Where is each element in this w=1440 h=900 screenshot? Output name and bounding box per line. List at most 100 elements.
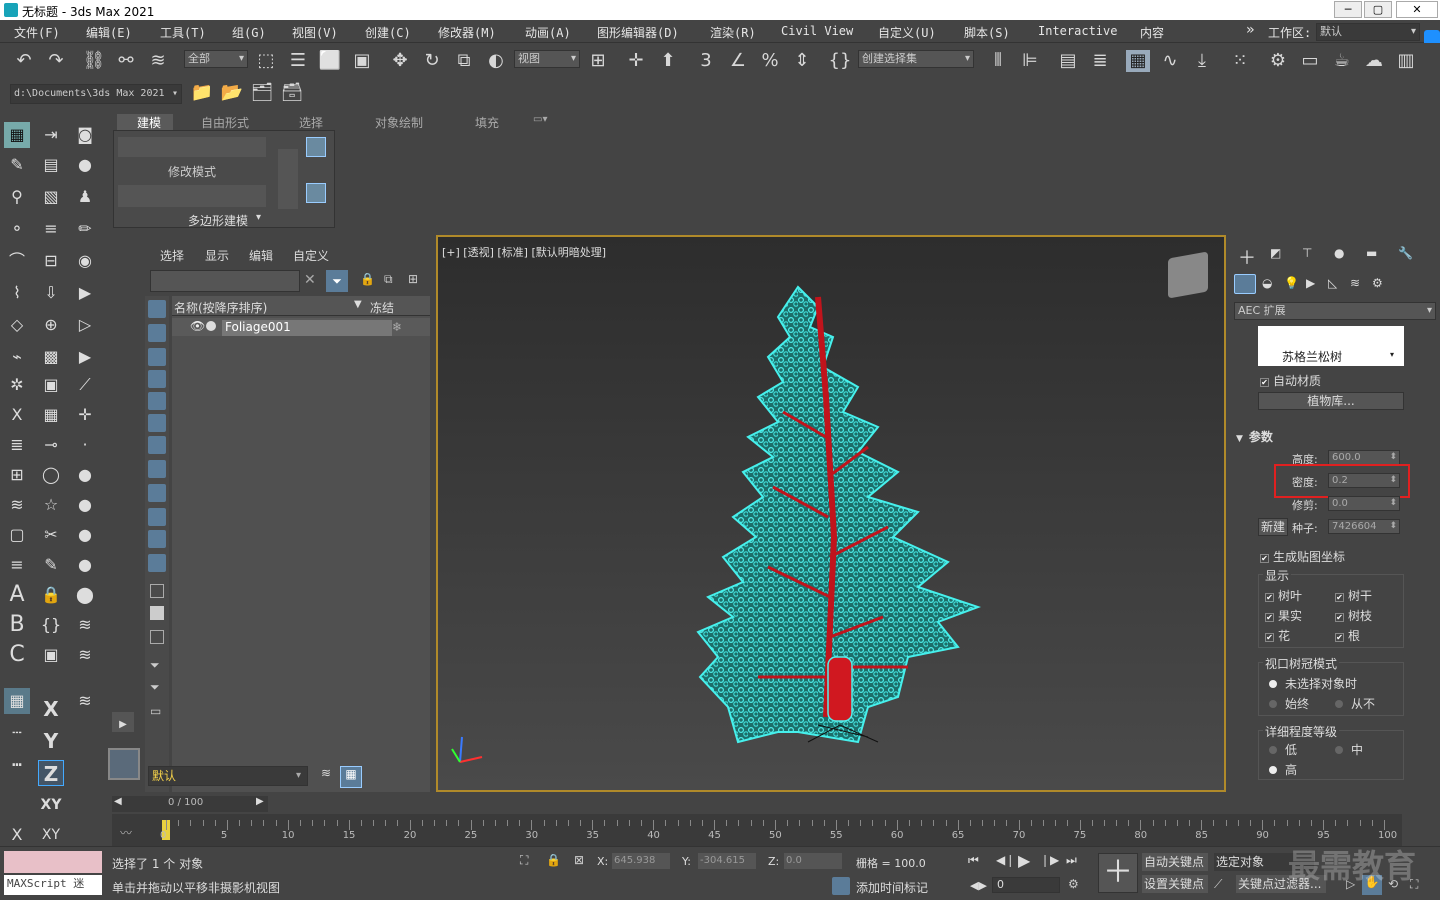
y-coord-field[interactable]: -304.615 — [698, 853, 756, 869]
poly-modeling-arrow-icon[interactable]: ▾ — [256, 212, 261, 223]
edit-named-sel-icon[interactable]: {} — [828, 50, 852, 72]
window-crossing-icon[interactable]: ▣ — [350, 50, 374, 72]
clear-search-icon[interactable]: ✕ — [304, 272, 316, 288]
next-frame-icon[interactable]: ❘▶ — [1040, 853, 1059, 867]
filter-helpers-icon[interactable] — [148, 392, 166, 410]
set-key-big-button[interactable]: ＋ — [1098, 853, 1138, 893]
play-icon[interactable]: ▷ — [72, 312, 98, 338]
menu-scripting[interactable]: 脚本(S) — [964, 24, 1010, 41]
wand-icon[interactable]: ⚬ — [4, 216, 30, 242]
axis-x-icon[interactable]: X — [38, 696, 64, 722]
percent-snap-icon[interactable]: % — [758, 50, 782, 72]
spline-icon[interactable]: ⌁ — [4, 344, 30, 370]
save-folder-icon[interactable]: 🗂 — [250, 82, 274, 104]
spray-icon[interactable]: ⟋ — [72, 372, 98, 398]
canopy-never-radio[interactable]: 从不 — [1335, 695, 1375, 712]
circle-small-icon[interactable]: ● — [72, 462, 98, 488]
scene-menu-edit[interactable]: 编辑 — [249, 247, 273, 264]
menu-tools[interactable]: 工具(T) — [160, 24, 206, 41]
filter-icon[interactable]: ⏷ — [326, 270, 348, 292]
height-spinner[interactable]: 600.0 — [1328, 450, 1400, 465]
time-tag-icon[interactable] — [832, 877, 850, 895]
ruler-icon[interactable]: ┄ — [4, 720, 30, 746]
xform-icon[interactable]: ✲ — [4, 372, 30, 398]
sphere-icon[interactable]: ● — [72, 152, 98, 178]
layer-explorer-icon[interactable]: ≣ — [1088, 50, 1112, 72]
scale-icon[interactable]: ⧉ — [452, 50, 476, 72]
roots-checkbox[interactable]: ✔ 根 — [1335, 627, 1360, 644]
filter-groups-icon[interactable] — [148, 436, 166, 454]
axis-xy-icon[interactable]: XY — [38, 792, 64, 818]
text-a-icon[interactable]: A — [4, 582, 30, 608]
maxscript-input[interactable]: MAXScript 迷 — [4, 875, 102, 895]
select-object-icon[interactable]: ⬚ — [254, 50, 278, 72]
ribbon-active-icon[interactable] — [306, 137, 326, 157]
absolute-mode-icon[interactable]: ⊠ — [574, 853, 584, 867]
goto-end-icon[interactable]: ⏭ — [1066, 853, 1077, 868]
plant-library-button[interactable]: 植物库... — [1258, 392, 1404, 410]
video-icon[interactable]: ▶ — [72, 344, 98, 370]
ribbon-tab-selection[interactable]: 选择 — [299, 114, 323, 131]
hierarchy-icon[interactable]: ⊟ — [38, 248, 64, 274]
paint-icon[interactable]: ⚲ — [4, 184, 30, 210]
menu-create[interactable]: 创建(C) — [365, 24, 411, 41]
filter-cameras-icon[interactable] — [148, 370, 166, 388]
hierarchy-view-icon[interactable]: ⊞ — [408, 272, 418, 286]
col-name-header[interactable]: 名称(按降序排序) — [174, 299, 267, 316]
add-layer-icon[interactable]: ⊞ — [4, 462, 30, 488]
rendered-frame-icon[interactable]: ▭ — [1298, 50, 1322, 72]
filter-containers-icon[interactable] — [148, 508, 166, 526]
motion-panel-icon[interactable]: ● — [1334, 246, 1344, 260]
scene-search-input[interactable] — [150, 270, 300, 292]
render-iterative-icon[interactable]: ☁ — [1362, 50, 1386, 72]
isolate-icon[interactable]: ⛶ — [520, 853, 528, 868]
time-config-icon[interactable]: ⚙ — [1068, 877, 1079, 891]
reference-coord-dropdown[interactable]: 视图 — [514, 50, 580, 68]
z-coord-field[interactable]: 0.0 — [784, 853, 842, 869]
layer-manager-icon[interactable]: ▦ — [340, 766, 362, 788]
lock-icon[interactable]: 🔒 — [38, 582, 64, 608]
object-name[interactable]: Foliage001 — [222, 320, 392, 336]
poly-buttons[interactable] — [118, 185, 266, 207]
dot-icon[interactable]: · — [72, 432, 98, 458]
time-next-icon[interactable]: ▶ — [256, 796, 264, 807]
key-filter-icon[interactable]: ⟋ — [1214, 877, 1222, 892]
layer-dropdown[interactable]: 默认 — [148, 766, 308, 786]
time-slider[interactable]: ◀ 0 / 100 ▶ — [112, 796, 268, 812]
sort-arrow-icon[interactable]: ▼ — [354, 299, 362, 310]
modify-mode-buttons[interactable] — [118, 137, 266, 157]
scene-menu-select[interactable]: 选择 — [160, 247, 184, 264]
selection-lock-icon[interactable]: 🔒 — [546, 853, 561, 867]
tool-icon[interactable]: ✎ — [38, 552, 64, 578]
select-manipulate-icon[interactable]: ✛ — [624, 50, 648, 72]
viewport-icon[interactable]: ◙ — [72, 122, 98, 148]
prev-frame-icon[interactable]: ◀❘ — [996, 853, 1015, 867]
tree-model[interactable] — [438, 237, 1224, 790]
spacewarps-tab-icon[interactable]: ≋ — [1350, 276, 1360, 290]
systems-tab-icon[interactable]: ⚙ — [1372, 276, 1383, 290]
menu-modifiers[interactable]: 修改器(M) — [438, 24, 496, 41]
maxscript-listener[interactable] — [4, 851, 102, 873]
create-panel-icon[interactable]: ＋ — [1238, 244, 1256, 270]
leaves-checkbox[interactable]: ✔ 树叶 — [1265, 587, 1302, 604]
menu-rendering[interactable]: 渲染(R) — [710, 24, 756, 41]
menu-view[interactable]: 视图(V) — [292, 24, 338, 41]
auto-material-checkbox[interactable]: ✔ 自动材质 — [1260, 372, 1321, 389]
display-all-icon[interactable] — [150, 584, 164, 598]
expand-arrow-icon[interactable]: ▶ — [112, 712, 134, 732]
cameras-tab-icon[interactable]: ▶ — [1306, 276, 1315, 290]
maximize-button[interactable]: ▢ — [1364, 1, 1392, 18]
scene-explorer-toggle-icon[interactable]: ▤ — [1056, 50, 1080, 72]
curve-editor-icon[interactable]: ∿ — [1158, 50, 1182, 72]
detail-medium-radio[interactable]: 中 — [1335, 741, 1363, 758]
create-folder-icon[interactable]: 🗃 — [280, 82, 304, 104]
visibility-eye-icon[interactable]: 👁 — [190, 319, 205, 333]
ribbon-tab-modeling[interactable]: 建模 — [117, 114, 173, 130]
render-cloud-icon[interactable]: ▥ — [1394, 50, 1418, 72]
align-icon[interactable]: ⊫ — [1018, 50, 1042, 72]
mirror-icon[interactable]: ⫴ — [986, 50, 1010, 72]
move-icon[interactable]: ✥ — [388, 50, 412, 72]
select-box-icon[interactable]: ▢ — [4, 522, 30, 548]
current-frame-field[interactable]: 0 — [992, 877, 1060, 893]
keyboard-shortcut-icon[interactable]: ⬆ — [656, 50, 680, 72]
